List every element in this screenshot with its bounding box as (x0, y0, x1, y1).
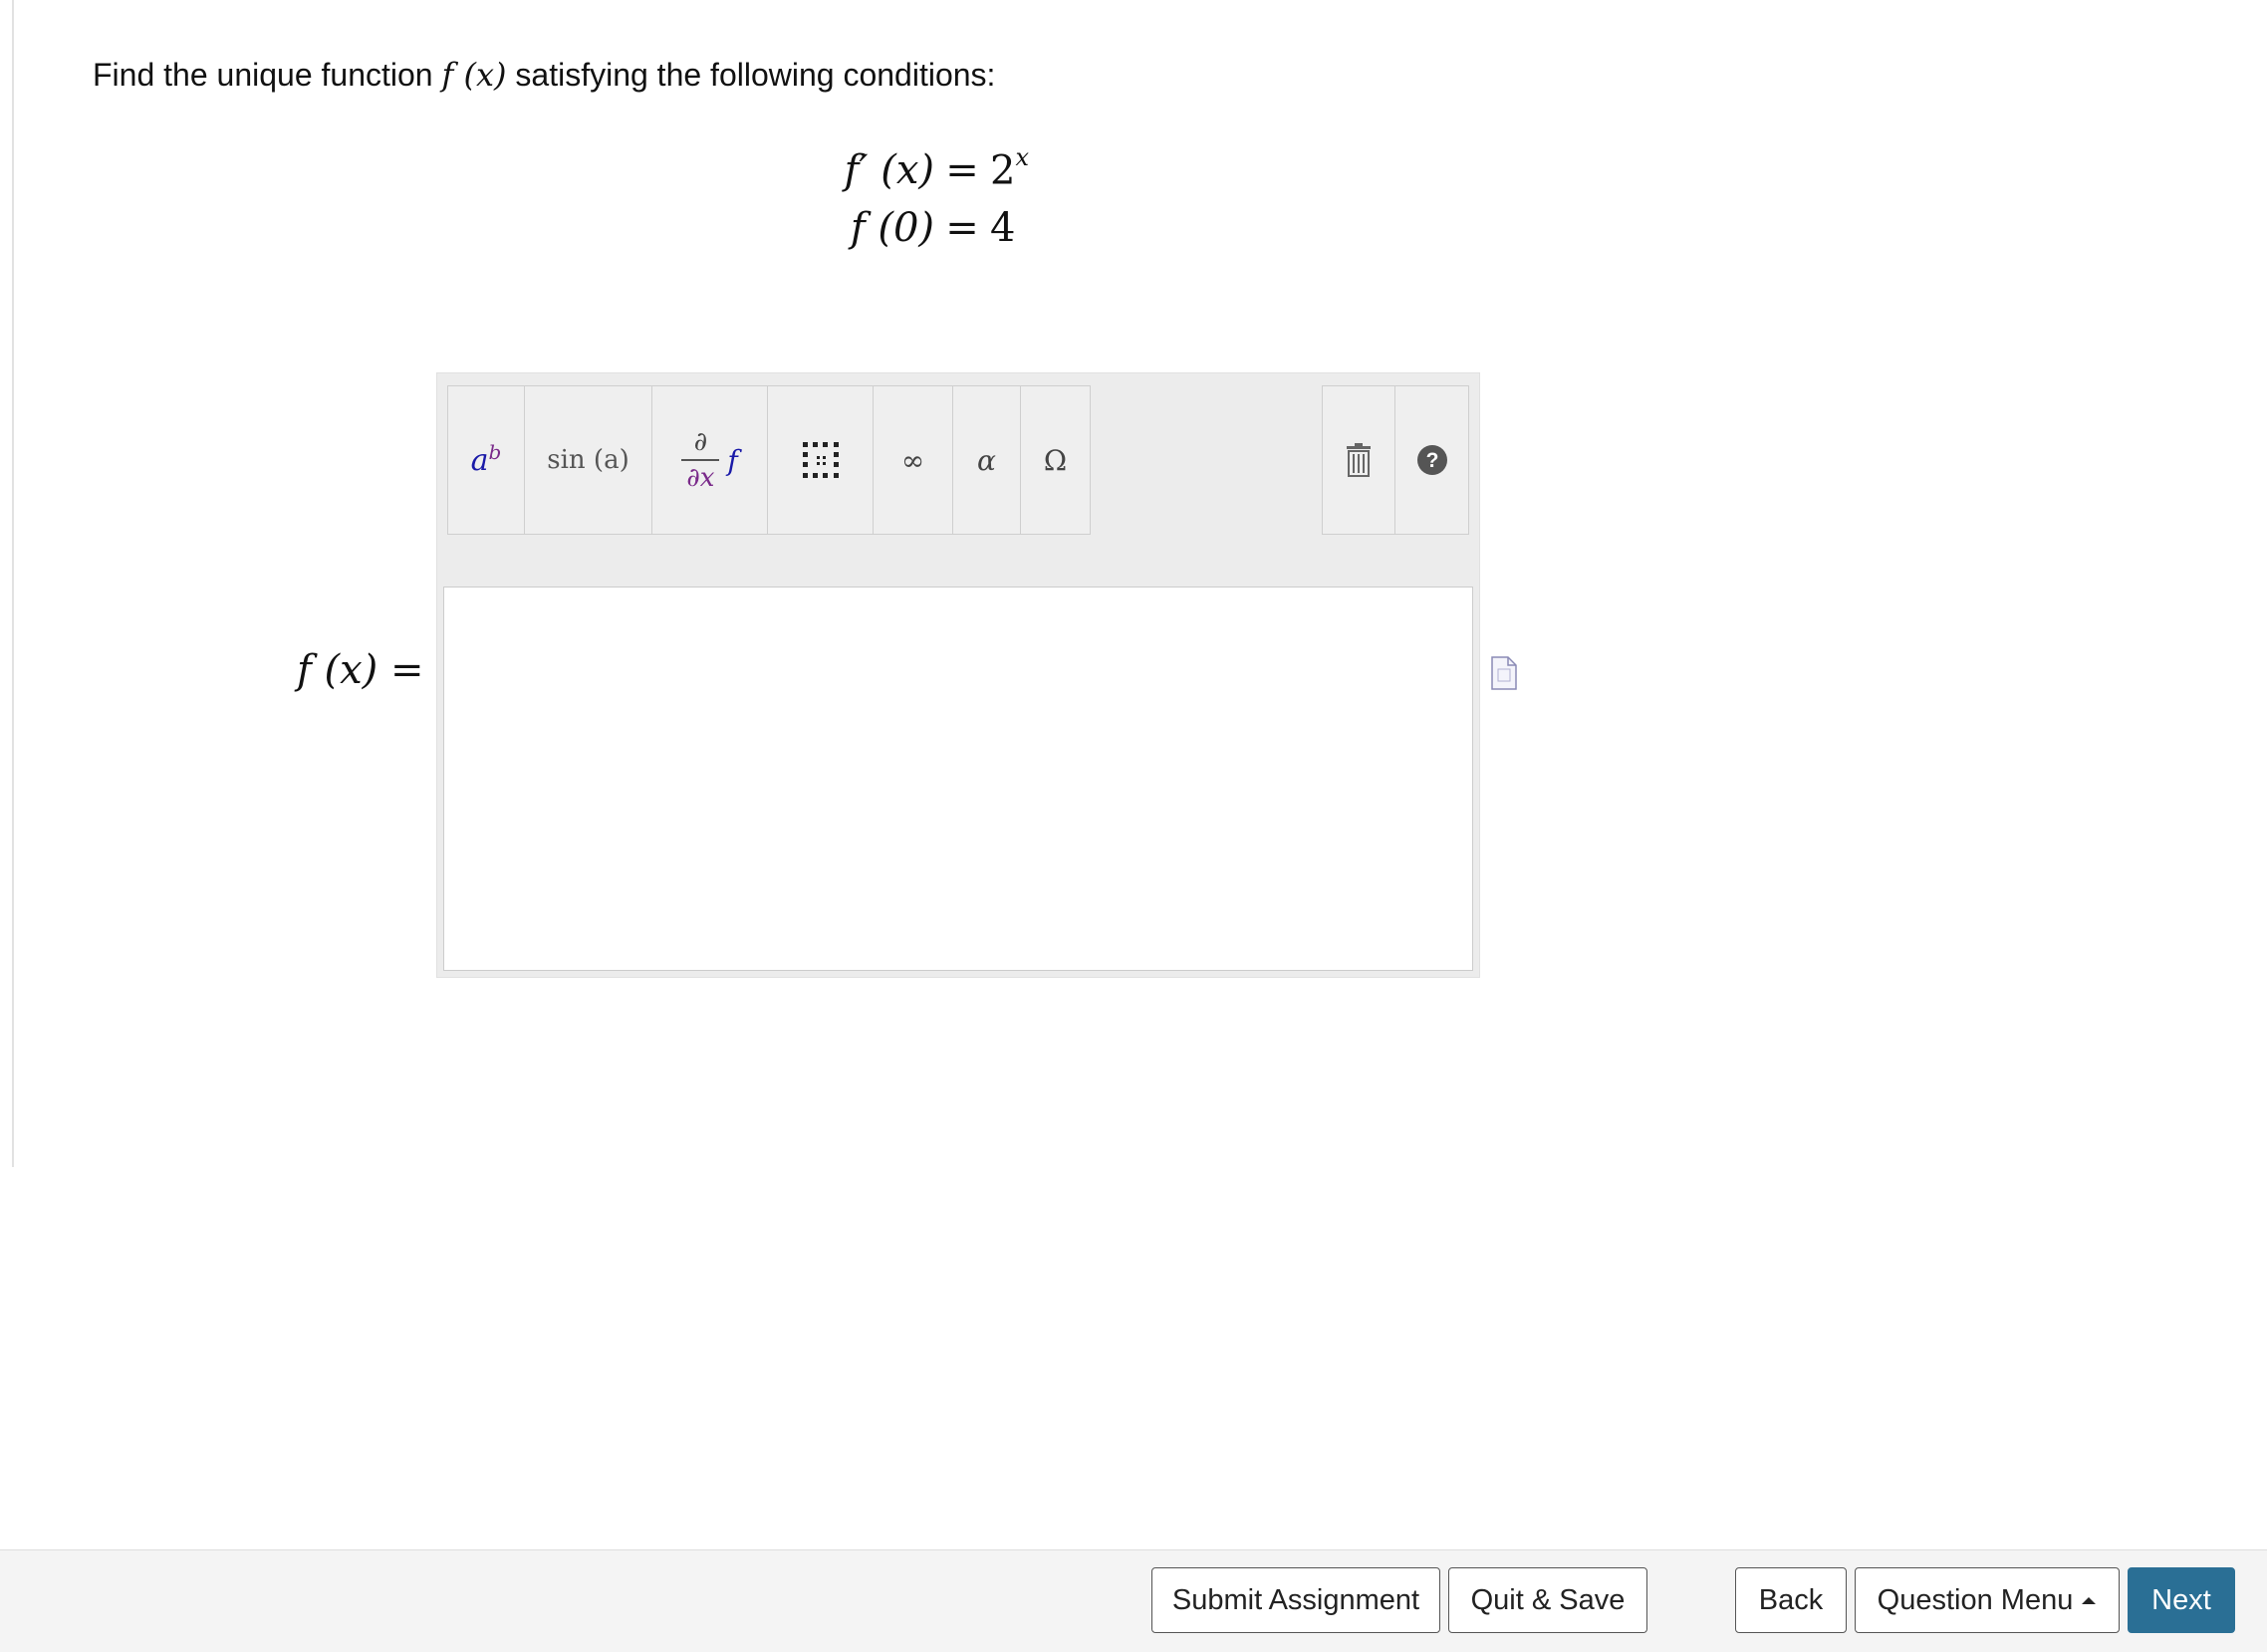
condition-row: f′ (x) = 2x (827, 143, 1029, 205)
condition-rhs-base: 2 (990, 147, 1016, 194)
derivative-fraction: ∂ ∂x (681, 427, 720, 493)
condition-rhs-exponent: x (1015, 143, 1029, 171)
condition-rhs: 4 (990, 205, 1015, 251)
prompt-text-before: Find the unique function (93, 57, 442, 93)
superscript-button[interactable]: ab (447, 385, 525, 535)
help-icon: ? (1416, 445, 1447, 475)
superscript-exp: b (488, 440, 502, 464)
condition-lhs: f (0) (850, 205, 934, 251)
matrix-button[interactable] (768, 385, 874, 535)
fraction-bar (681, 459, 720, 461)
help-button[interactable]: ? (1395, 385, 1469, 535)
answer-label: f (x) = (297, 647, 424, 693)
alpha-icon: α (977, 443, 996, 477)
infinity-button[interactable]: ∞ (874, 385, 953, 535)
footer-bar: Submit Assignment Quit & Save Back Quest… (0, 1549, 2267, 1652)
matrix-icon (802, 442, 839, 478)
function-button[interactable]: sin (a) (525, 385, 652, 535)
omega-icon: Ω (1043, 443, 1068, 477)
page: Find the unique function f (x) satisfyin… (0, 0, 2267, 1652)
condition-equals: = (945, 205, 979, 251)
symbol-button[interactable]: Ω (1021, 385, 1091, 535)
back-button[interactable]: Back (1735, 1567, 1847, 1633)
derivative-denominator: ∂x (686, 462, 715, 493)
submit-assignment-button[interactable]: Submit Assignment (1151, 1567, 1440, 1633)
function-button-label: sin (a) (547, 445, 630, 475)
document-preview-icon[interactable] (1490, 655, 1518, 691)
answer-label-text: f (x) = (297, 647, 424, 693)
next-button[interactable]: Next (2128, 1567, 2235, 1633)
superscript-base: a (470, 442, 489, 478)
clear-button[interactable] (1322, 385, 1395, 535)
quit-save-button[interactable]: Quit & Save (1448, 1567, 1647, 1633)
infinity-icon: ∞ (900, 443, 925, 477)
answer-input[interactable] (443, 587, 1473, 971)
trash-icon (1347, 443, 1371, 477)
condition-row: f (0) = 4 (827, 205, 1029, 263)
derivative-numerator: ∂ (693, 427, 708, 458)
condition-rhs: 2x (990, 143, 1029, 194)
math-toolbar: ab sin (a) ∂ ∂x f ∞ α Ω (447, 385, 1091, 535)
condition-rhs-base: 4 (990, 205, 1016, 251)
question-prompt: Find the unique function f (x) satisfyin… (93, 56, 995, 94)
left-divider (12, 0, 14, 1167)
greek-button[interactable]: α (953, 385, 1021, 535)
derivative-button[interactable]: ∂ ∂x f (652, 385, 768, 535)
derivative-var: f (727, 443, 738, 477)
svg-text:?: ? (1425, 449, 1438, 472)
toolbar-right: ? (1322, 385, 1469, 535)
prompt-text-after: satisfying the following conditions: (506, 57, 996, 93)
caret-up-icon (2082, 1597, 2097, 1604)
question-menu-label: Question Menu (1877, 1583, 2074, 1616)
prompt-math: f (x) (441, 56, 507, 94)
condition-equals: = (945, 147, 979, 194)
condition-lhs: f′ (x) (844, 147, 934, 194)
conditions-block: f′ (x) = 2x f (0) = 4 (827, 143, 1029, 263)
question-menu-button[interactable]: Question Menu (1855, 1567, 2120, 1633)
math-editor: ab sin (a) ∂ ∂x f ∞ α Ω ? (436, 372, 1480, 978)
